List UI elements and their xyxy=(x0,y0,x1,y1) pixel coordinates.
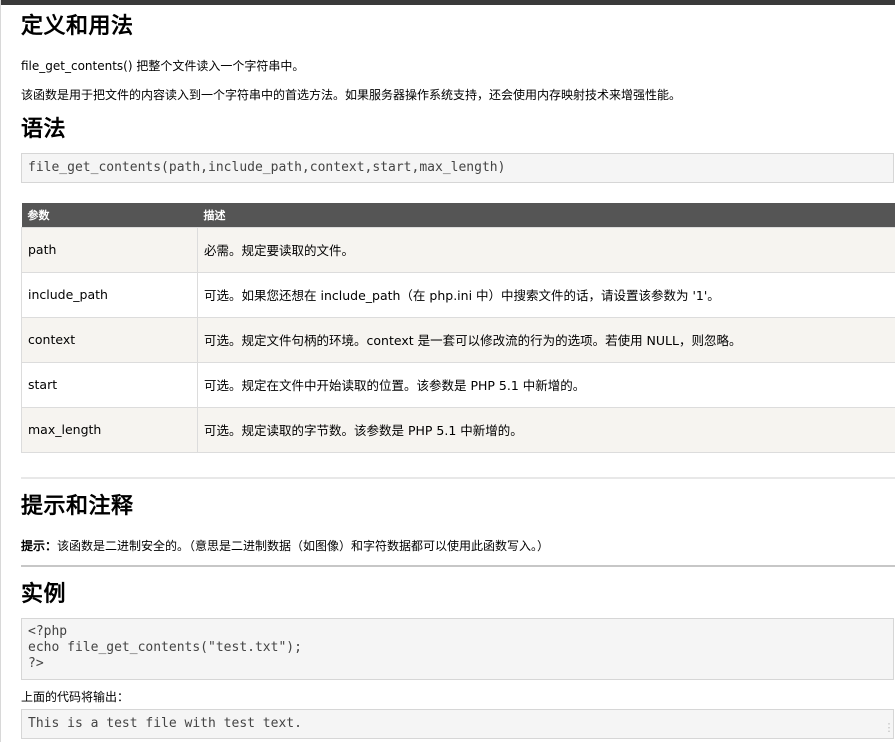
param-description: 可选。规定在文件中开始读取的位置。该参数是 PHP 5.1 中新增的。 xyxy=(197,361,895,408)
example-code-block: <?php echo file_get_contents("test.txt")… xyxy=(21,618,894,680)
syntax-code: file_get_contents(path,include_path,cont… xyxy=(28,160,506,175)
page: 定义和用法 file_get_contents() 把整个文件读入一个字符串中。… xyxy=(0,0,895,742)
table-row: max_length 可选。规定读取的字节数。该参数是 PHP 5.1 中新增的… xyxy=(21,406,895,453)
example-code-line: <?php xyxy=(28,624,68,639)
section-divider xyxy=(21,477,895,479)
definition-line-1: file_get_contents() 把整个文件读入一个字符串中。 xyxy=(21,59,305,73)
tips-label: 提示： xyxy=(21,539,58,553)
definition-line-2: 该函数是用于把文件的内容读入到一个字符串中的首选方法。如果服务器操作系统支持，还… xyxy=(21,88,682,102)
output-text: This is a test file with test text. xyxy=(28,716,302,731)
param-name: max_length xyxy=(21,406,198,453)
header-description: 描述 xyxy=(197,203,895,227)
param-description: 必需。规定要读取的文件。 xyxy=(197,226,895,273)
example-code-line: ?> xyxy=(28,656,44,671)
top-nav-strip xyxy=(1,0,895,5)
param-name: path xyxy=(21,226,198,273)
header-parameter: 参数 xyxy=(21,203,198,227)
param-name: context xyxy=(21,316,198,363)
output-block: This is a test file with test text. xyxy=(21,709,894,739)
syntax-code-block: file_get_contents(path,include_path,cont… xyxy=(21,153,894,183)
example-code-line: echo file_get_contents("test.txt"); xyxy=(28,640,302,655)
param-description: 可选。规定文件句柄的环境。context 是一套可以修改流的行为的选项。若使用 … xyxy=(197,316,895,363)
table-row: context 可选。规定文件句柄的环境。context 是一套可以修改流的行为… xyxy=(21,316,895,363)
tips-heading: 提示和注释 xyxy=(21,494,134,519)
table-row: include_path 可选。如果您还想在 include_path（在 ph… xyxy=(21,271,895,318)
param-description: 可选。规定读取的字节数。该参数是 PHP 5.1 中新增的。 xyxy=(197,406,895,453)
param-description: 可选。如果您还想在 include_path（在 php.ini 中）中搜索文件… xyxy=(197,271,895,318)
table-row: start 可选。规定在文件中开始读取的位置。该参数是 PHP 5.1 中新增的… xyxy=(21,361,895,408)
section-divider xyxy=(21,565,895,567)
parameter-table: 参数 描述 path 必需。规定要读取的文件。 include_path 可选。… xyxy=(21,203,895,453)
tips-paragraph: 提示：该函数是二进制安全的。（意思是二进制数据（如图像）和字符数据都可以使用此函… xyxy=(21,538,549,554)
scroll-hint-icon[interactable]: ⋮ xyxy=(883,718,895,738)
table-row: path 必需。规定要读取的文件。 xyxy=(21,226,895,273)
param-name: start xyxy=(21,361,198,408)
output-label: 上面的代码将输出： xyxy=(21,690,130,704)
definition-heading: 定义和用法 xyxy=(21,14,134,39)
syntax-heading: 语法 xyxy=(21,117,67,142)
table-header-row: 参数 描述 xyxy=(21,203,895,227)
tips-text: 该函数是二进制安全的。（意思是二进制数据（如图像）和字符数据都可以使用此函数写入… xyxy=(57,539,550,553)
param-name: include_path xyxy=(21,271,198,318)
example-heading: 实例 xyxy=(21,582,67,607)
